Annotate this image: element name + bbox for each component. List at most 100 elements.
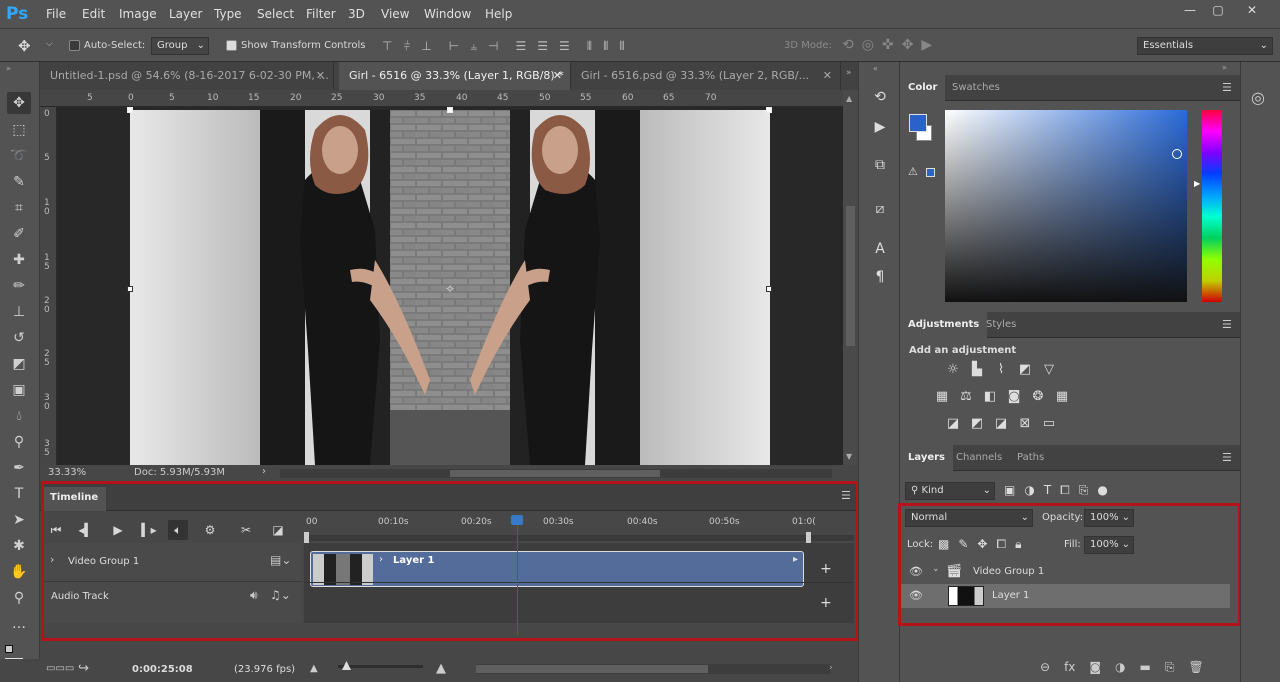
- tab-layers[interactable]: Layers: [900, 445, 953, 471]
- menu-filter[interactable]: Filter: [306, 7, 336, 21]
- hue-slider[interactable]: [1202, 110, 1222, 302]
- menu-view[interactable]: View: [381, 7, 409, 21]
- new-layer-icon[interactable]: ⎘: [1165, 660, 1175, 675]
- menu-file[interactable]: File: [46, 7, 66, 21]
- close-icon[interactable]: ✕: [553, 62, 562, 90]
- maximize-button[interactable]: ▢: [1206, 3, 1230, 21]
- exposure-icon[interactable]: ◩: [1016, 362, 1034, 378]
- gradient-tool-icon[interactable]: ▣: [7, 379, 31, 401]
- filter-smart-object-icon[interactable]: ⎘: [1079, 483, 1089, 498]
- default-colors-icon[interactable]: [5, 645, 13, 653]
- clip-end-arrow-icon[interactable]: ▸: [793, 554, 798, 565]
- align-vcenter-icon[interactable]: ⫩: [403, 39, 410, 53]
- collapse-icon[interactable]: »: [1222, 63, 1227, 72]
- brush-tool-icon[interactable]: ✏: [7, 275, 31, 297]
- transform-handle[interactable]: [127, 286, 133, 292]
- character-icon[interactable]: A: [869, 238, 891, 260]
- transform-handle[interactable]: [766, 107, 772, 113]
- audio-volume-icon[interactable]: 🔊︎: [250, 588, 258, 603]
- 3d-pan-icon[interactable]: ✜: [882, 37, 894, 53]
- lock-all-icon[interactable]: 🔒︎: [1015, 537, 1021, 552]
- visibility-eye-icon[interactable]: 👁︎: [909, 589, 923, 602]
- crop-tool-icon[interactable]: ⌗: [7, 197, 31, 219]
- menu-help[interactable]: Help: [485, 7, 512, 21]
- scroll-right-icon[interactable]: ›: [829, 663, 833, 673]
- scroll-down-icon[interactable]: ▼: [846, 452, 852, 461]
- film-strip-icon[interactable]: ▤⌄: [270, 553, 291, 567]
- layer-style-fx-icon[interactable]: fx: [1064, 660, 1075, 675]
- 3d-slide-icon[interactable]: ✥: [902, 37, 914, 53]
- 3d-camera-icon[interactable]: ▶: [921, 37, 932, 53]
- menu-type[interactable]: Type: [214, 7, 242, 21]
- healing-tool-icon[interactable]: ✚: [7, 249, 31, 271]
- brightness-contrast-icon[interactable]: ☼: [944, 362, 962, 378]
- filter-shape-icon[interactable]: ⧠: [1060, 483, 1070, 498]
- transform-handle[interactable]: [127, 107, 133, 113]
- paragraph-icon[interactable]: ¶: [869, 266, 891, 288]
- dodge-tool-icon[interactable]: ⚲: [7, 431, 31, 453]
- lasso-tool-icon[interactable]: ➰: [7, 145, 31, 167]
- delete-layer-trash-icon[interactable]: 🗑︎: [1188, 660, 1203, 675]
- lock-image-icon[interactable]: ✎: [958, 537, 968, 552]
- zoom-out-mountain-icon[interactable]: ▲: [310, 663, 318, 674]
- chevron-down-icon[interactable]: ⌵: [46, 39, 53, 49]
- lock-artboard-icon[interactable]: ⧠: [996, 537, 1006, 552]
- hue-slider-marker[interactable]: ▶: [1194, 179, 1200, 188]
- workspace-dropdown[interactable]: Essentials ⌄: [1137, 37, 1273, 55]
- color-picker-cursor[interactable]: [1172, 149, 1182, 159]
- quick-select-tool-icon[interactable]: ✎: [7, 171, 31, 193]
- tab-girl-6516-layer1[interactable]: Girl - 6516 @ 33.3% (Layer 1, RGB/8) * ✕: [339, 62, 571, 90]
- scroll-thumb[interactable]: [450, 470, 660, 477]
- frame-mode-icon[interactable]: ▭▭▭: [46, 663, 74, 674]
- tab-color[interactable]: Color: [900, 75, 946, 101]
- filter-adjustment-icon[interactable]: ◑: [1024, 483, 1034, 498]
- color-balance-icon[interactable]: ⚖: [957, 389, 975, 405]
- transform-handle[interactable]: [447, 107, 453, 113]
- menu-3d[interactable]: 3D: [348, 7, 365, 21]
- filter-type-icon[interactable]: T: [1044, 483, 1051, 498]
- go-to-first-frame-icon[interactable]: ⏮: [46, 520, 66, 540]
- creative-cloud-libraries-icon[interactable]: ◎: [1251, 88, 1265, 107]
- playhead-handle[interactable]: [511, 515, 523, 525]
- show-transform-checkbox[interactable]: [226, 40, 237, 51]
- posterize-icon[interactable]: ◩: [968, 416, 986, 432]
- zoom-in-mountain-icon[interactable]: ▲: [436, 661, 446, 676]
- eraser-tool-icon[interactable]: ◩: [7, 353, 31, 375]
- stamp-tool-icon[interactable]: ⊥: [7, 301, 31, 323]
- tab-adjustments[interactable]: Adjustments: [900, 312, 988, 338]
- levels-icon[interactable]: ▙: [968, 362, 986, 378]
- selective-color-icon[interactable]: ⊠: [1016, 416, 1034, 432]
- type-tool-icon[interactable]: T: [7, 483, 31, 505]
- add-mask-icon[interactable]: ◙: [1089, 660, 1101, 675]
- foreground-color-swatch[interactable]: [909, 114, 927, 132]
- tab-paths[interactable]: Paths: [1009, 445, 1052, 471]
- distribute-bottom-icon[interactable]: ☰: [559, 39, 570, 53]
- distribute-top-icon[interactable]: ☰: [515, 39, 526, 53]
- distribute-left-icon[interactable]: ⦀: [587, 39, 592, 53]
- more-tools-icon[interactable]: …: [7, 613, 31, 635]
- move-tool-icon[interactable]: ✥: [18, 37, 31, 55]
- blend-mode-dropdown[interactable]: Normal ⌄: [905, 509, 1033, 527]
- shape-tool-icon[interactable]: ✱: [7, 535, 31, 557]
- distribute-right-icon[interactable]: ⦀: [619, 39, 624, 53]
- add-audio-button[interactable]: +: [820, 595, 832, 611]
- distribute-vcenter-icon[interactable]: ☰: [537, 39, 548, 53]
- move-tool-icon[interactable]: ✥: [7, 92, 31, 114]
- playhead[interactable]: [511, 515, 523, 635]
- layer-filter-dropdown[interactable]: ⚲ Kind ⌄: [905, 482, 995, 500]
- timeline-zoom-slider[interactable]: [338, 661, 423, 670]
- tab-swatches[interactable]: Swatches: [944, 75, 1008, 101]
- close-icon[interactable]: ✕: [316, 62, 325, 90]
- black-white-icon[interactable]: ◧: [981, 389, 999, 405]
- lock-transparent-icon[interactable]: ▩: [938, 537, 949, 552]
- panel-menu-icon[interactable]: ☰: [1222, 452, 1232, 463]
- invert-icon[interactable]: ◪: [944, 416, 962, 432]
- track-area[interactable]: › Layer 1 ▸: [304, 515, 854, 635]
- close-window-button[interactable]: ✕: [1240, 3, 1264, 21]
- scroll-up-icon[interactable]: ▲: [846, 94, 852, 103]
- history-icon[interactable]: ⟲: [869, 86, 891, 108]
- gradient-map-icon[interactable]: ▭: [1040, 416, 1058, 432]
- chevron-down-icon[interactable]: ›: [379, 554, 383, 565]
- panel-menu-icon[interactable]: ☰: [1222, 82, 1232, 93]
- color-lookup-icon[interactable]: ▦: [1053, 389, 1071, 405]
